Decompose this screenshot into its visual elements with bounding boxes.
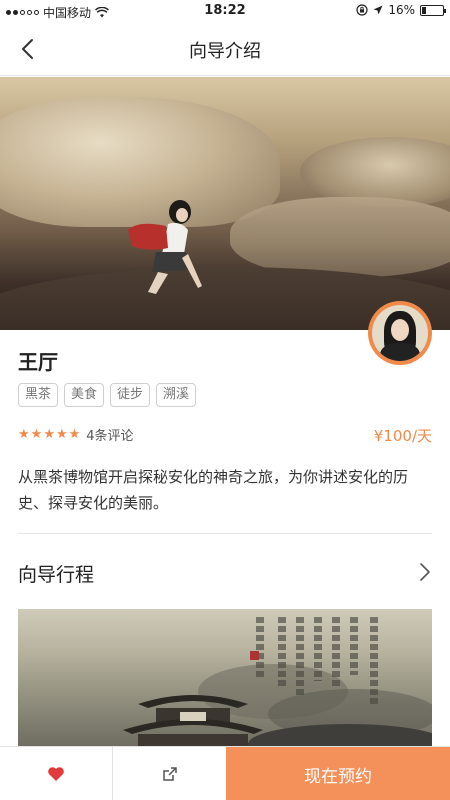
tag-item: 溯溪: [156, 383, 197, 407]
tag-item: 徒步: [110, 383, 151, 407]
status-right: 16%: [356, 3, 446, 17]
rating-stars: ★ ★ ★ ★ ★: [18, 428, 80, 441]
itinerary-photo[interactable]: [18, 609, 432, 749]
book-now-button[interactable]: 现在预约: [226, 747, 450, 800]
avatar-photo: [372, 305, 428, 361]
rotation-lock-icon: [356, 4, 368, 16]
battery-icon: [420, 4, 446, 16]
share-button[interactable]: [113, 747, 226, 800]
rating-row[interactable]: ★ ★ ★ ★ ★ 4条评论: [18, 425, 134, 444]
star-icon: ★: [43, 427, 55, 442]
seal-mark: [250, 651, 259, 660]
divider: [18, 533, 432, 534]
tag-item: 黑茶: [18, 383, 59, 407]
star-icon: ★: [18, 427, 30, 442]
guide-description: 从黑茶博物馆开启探秘安化的神奇之旅，为你讲述安化的历史、探寻安化的美丽。: [18, 468, 409, 512]
nav-bar: 向导介绍: [0, 22, 450, 76]
star-icon: ★: [68, 427, 81, 442]
guide-tags: 黑茶 美食 徒步 溯溪: [18, 383, 197, 407]
review-count: 4条评论: [86, 429, 134, 444]
chevron-right-icon[interactable]: [418, 562, 432, 582]
status-bar: 中国移动 18:22 16%: [0, 0, 450, 22]
guide-name: 王厅: [18, 350, 58, 374]
bottom-action-bar: 现在预约: [0, 746, 450, 800]
star-icon: ★: [55, 427, 68, 442]
star-icon: ★: [30, 427, 43, 442]
photo-stream: [230, 197, 450, 277]
heart-icon: [48, 767, 64, 781]
photo-person: [128, 200, 202, 294]
guide-cover-photo: [0, 77, 450, 330]
share-icon: [162, 767, 177, 781]
photo-pavilion: [123, 695, 263, 749]
location-icon: [373, 5, 383, 15]
battery-percent: 16%: [388, 3, 415, 17]
guide-avatar[interactable]: [368, 301, 432, 365]
favorite-button[interactable]: [0, 747, 113, 800]
price-per-day: ¥100/天: [373, 427, 432, 445]
itinerary-section-title[interactable]: 向导行程: [18, 560, 94, 587]
page-title: 向导介绍: [189, 41, 261, 62]
tag-item: 美食: [64, 383, 105, 407]
